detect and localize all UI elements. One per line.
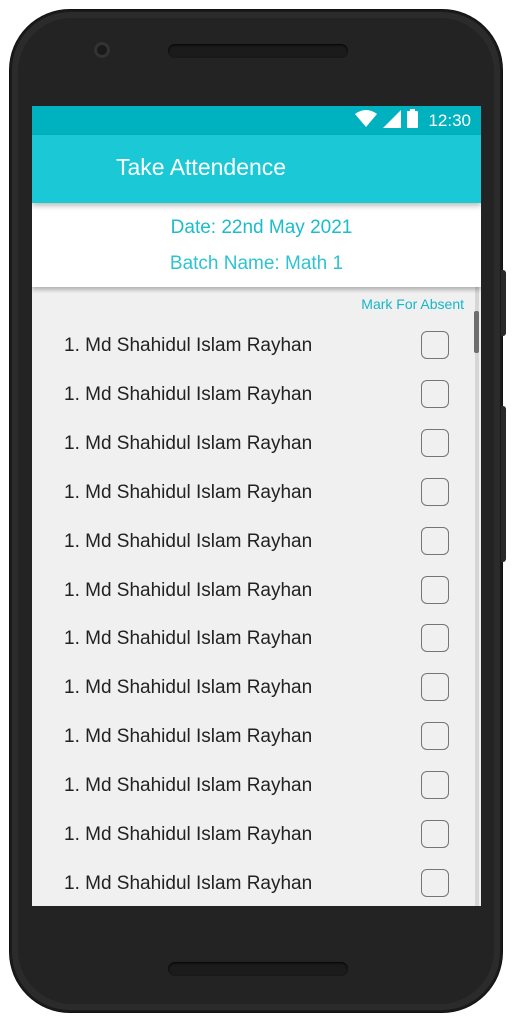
- student-row: 1. Md Shahidul Islam Rayhan: [32, 568, 472, 616]
- absent-checkbox[interactable]: [421, 820, 449, 848]
- bottom-speaker: [168, 962, 348, 976]
- absent-checkbox[interactable]: [421, 428, 449, 457]
- student-row: 1. Md Shahidul Islam Rayhan: [32, 763, 472, 811]
- wifi-icon: [355, 110, 378, 132]
- student-name: 1. Md Shahidul Islam Rayhan: [64, 432, 313, 454]
- student-row: 1. Md Shahidul Islam Rayhan: [32, 470, 472, 518]
- scrollbar-thumb[interactable]: [474, 311, 479, 353]
- absent-checkbox[interactable]: [421, 526, 449, 555]
- student-row: 1. Md Shahidul Islam Rayhan: [32, 372, 472, 420]
- student-name: 1. Md Shahidul Islam Rayhan: [64, 579, 313, 601]
- absent-checkbox[interactable]: [421, 331, 449, 359]
- absent-checkbox[interactable]: [421, 771, 449, 800]
- student-name: 1. Md Shahidul Islam Rayhan: [64, 383, 313, 405]
- absent-checkbox[interactable]: [421, 575, 449, 604]
- absent-checkbox[interactable]: [421, 722, 449, 751]
- app-screen: 12:30 Take Attendence Date: 22nd May 202…: [32, 106, 481, 906]
- status-icons: 12:30: [355, 109, 471, 133]
- student-row: 1. Md Shahidul Islam Rayhan: [32, 616, 472, 664]
- status-bar: 12:30: [32, 106, 481, 135]
- student-name: 1. Md Shahidul Islam Rayhan: [64, 628, 313, 650]
- page-title: Take Attendence: [116, 154, 287, 180]
- absent-checkbox[interactable]: [421, 477, 449, 506]
- power-button: [501, 270, 506, 336]
- absent-checkbox[interactable]: [421, 379, 449, 408]
- status-time: 12:30: [428, 111, 471, 130]
- student-list[interactable]: Mark For Absent 1. Md Shahidul Islam Ray…: [32, 287, 481, 906]
- student-row: 1. Md Shahidul Islam Rayhan: [32, 665, 472, 713]
- student-name: 1. Md Shahidul Islam Rayhan: [64, 481, 313, 503]
- signal-icon: [383, 109, 402, 133]
- student-row: 1. Md Shahidul Islam Rayhan: [32, 519, 472, 567]
- student-row: 1. Md Shahidul Islam Rayhan: [32, 323, 472, 371]
- absent-checkbox[interactable]: [421, 673, 449, 702]
- earpiece-speaker: [168, 44, 348, 58]
- student-name: 1. Md Shahidul Islam Rayhan: [64, 530, 313, 552]
- student-row: 1. Md Shahidul Islam Rayhan: [32, 714, 472, 762]
- student-name: 1. Md Shahidul Islam Rayhan: [64, 677, 313, 699]
- battery-icon: [407, 109, 419, 133]
- batch-name: Batch Name: Math 1: [169, 253, 344, 274]
- scrollbar-track[interactable]: [475, 287, 479, 906]
- student-row: 1. Md Shahidul Islam Rayhan: [32, 421, 472, 469]
- volume-button: [501, 406, 506, 562]
- student-name: 1. Md Shahidul Islam Rayhan: [64, 726, 313, 748]
- student-name: 1. Md Shahidul Islam Rayhan: [64, 335, 313, 356]
- student-row: 1. Md Shahidul Islam Rayhan: [32, 812, 472, 860]
- front-camera: [94, 42, 110, 58]
- student-name: 1. Md Shahidul Islam Rayhan: [64, 824, 313, 845]
- absent-checkbox[interactable]: [421, 624, 449, 653]
- student-name: 1. Md Shahidul Islam Rayhan: [64, 775, 313, 797]
- app-toolbar: Take Attendence: [32, 135, 481, 203]
- mark-for-absent-header: Mark For Absent: [361, 296, 464, 312]
- attendance-date: Date: 22nd May 2021: [170, 217, 353, 238]
- absent-checkbox[interactable]: [421, 868, 449, 897]
- student-row: 1. Md Shahidul Islam Rayhan: [32, 861, 472, 906]
- student-name: 1. Md Shahidul Islam Rayhan: [64, 872, 313, 894]
